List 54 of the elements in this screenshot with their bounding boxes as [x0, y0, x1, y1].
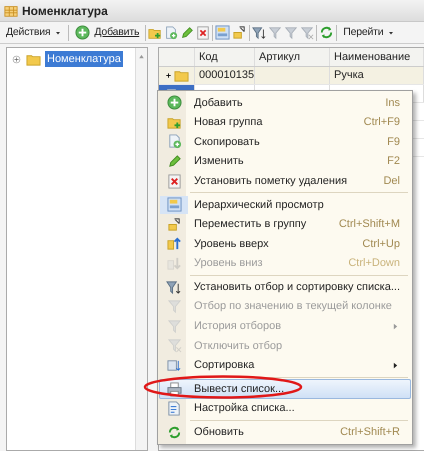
menu-item[interactable]: Скопировать F9 [159, 132, 411, 152]
tree-item[interactable]: Номенклатура [45, 50, 123, 68]
plus-circle-icon [166, 95, 182, 110]
table-cell: Ручка [330, 67, 424, 84]
table-cell: 000010135 [195, 67, 255, 84]
hierarchy-icon [166, 197, 182, 212]
delete-mark-icon[interactable] [196, 26, 210, 40]
filter-off-icon[interactable] [300, 26, 314, 40]
pencil-icon[interactable] [180, 26, 194, 40]
delete-mark-icon [166, 174, 182, 189]
menu-item[interactable]: Изменить F2 [159, 152, 411, 172]
filter-icon [166, 318, 182, 334]
column-header[interactable]: Код [195, 48, 255, 66]
menu-item[interactable]: Уровень вверх Ctrl+Up [159, 234, 411, 254]
actions-menu-button[interactable]: Действия [2, 23, 66, 42]
menu-item[interactable]: Новая группа Ctrl+F9 [159, 112, 411, 132]
submenu-arrow-icon [391, 322, 400, 331]
move-icon [166, 216, 182, 232]
menu-item[interactable]: Переместить в группу Ctrl+Shift+M [159, 214, 411, 234]
menu-item[interactable]: Обновить Ctrl+Shift+R [159, 422, 411, 442]
arrow-down-icon [166, 256, 182, 272]
menu-item[interactable]: Добавить Ins [159, 93, 411, 113]
refresh-icon [166, 424, 182, 440]
menu-item[interactable]: Настройка списка... [159, 398, 411, 418]
sort-icon [166, 358, 182, 374]
refresh-icon[interactable] [319, 25, 334, 40]
menu-item[interactable]: Сортировка [159, 356, 411, 376]
move-icon[interactable] [232, 25, 248, 40]
table-icon [4, 4, 18, 18]
pencil-icon [166, 154, 182, 170]
filter-icon [166, 299, 182, 314]
expand-icon[interactable] [11, 54, 22, 64]
menu-item[interactable]: Установить отбор и сортировку списка... [159, 277, 411, 297]
filter-sort-icon[interactable] [252, 26, 266, 40]
window-title: Номенклатура [22, 2, 108, 20]
printer-icon [166, 382, 182, 397]
plus-mark-icon [165, 72, 172, 79]
filter-sort-icon [166, 280, 182, 295]
copy-icon[interactable] [164, 26, 178, 40]
filter-off-icon [166, 338, 182, 354]
arrow-up-icon [166, 236, 182, 252]
menu-item[interactable]: Вывести список... [159, 379, 411, 399]
list-settings-icon [166, 401, 182, 416]
plus-circle-icon [75, 25, 90, 40]
add-button[interactable]: Добавить [71, 23, 144, 42]
submenu-arrow-icon [391, 361, 400, 370]
column-header[interactable]: Артикул [255, 48, 330, 66]
menu-item[interactable]: Установить пометку удаления Del [159, 171, 411, 191]
filter-icon[interactable] [284, 26, 298, 40]
copy-icon [166, 134, 182, 150]
column-header[interactable]: Наименование [330, 48, 424, 66]
menu-item[interactable]: Иерархический просмотр [159, 194, 411, 215]
scroll-up-icon[interactable] [137, 52, 146, 61]
go-menu-button[interactable]: Перейти [339, 23, 400, 42]
